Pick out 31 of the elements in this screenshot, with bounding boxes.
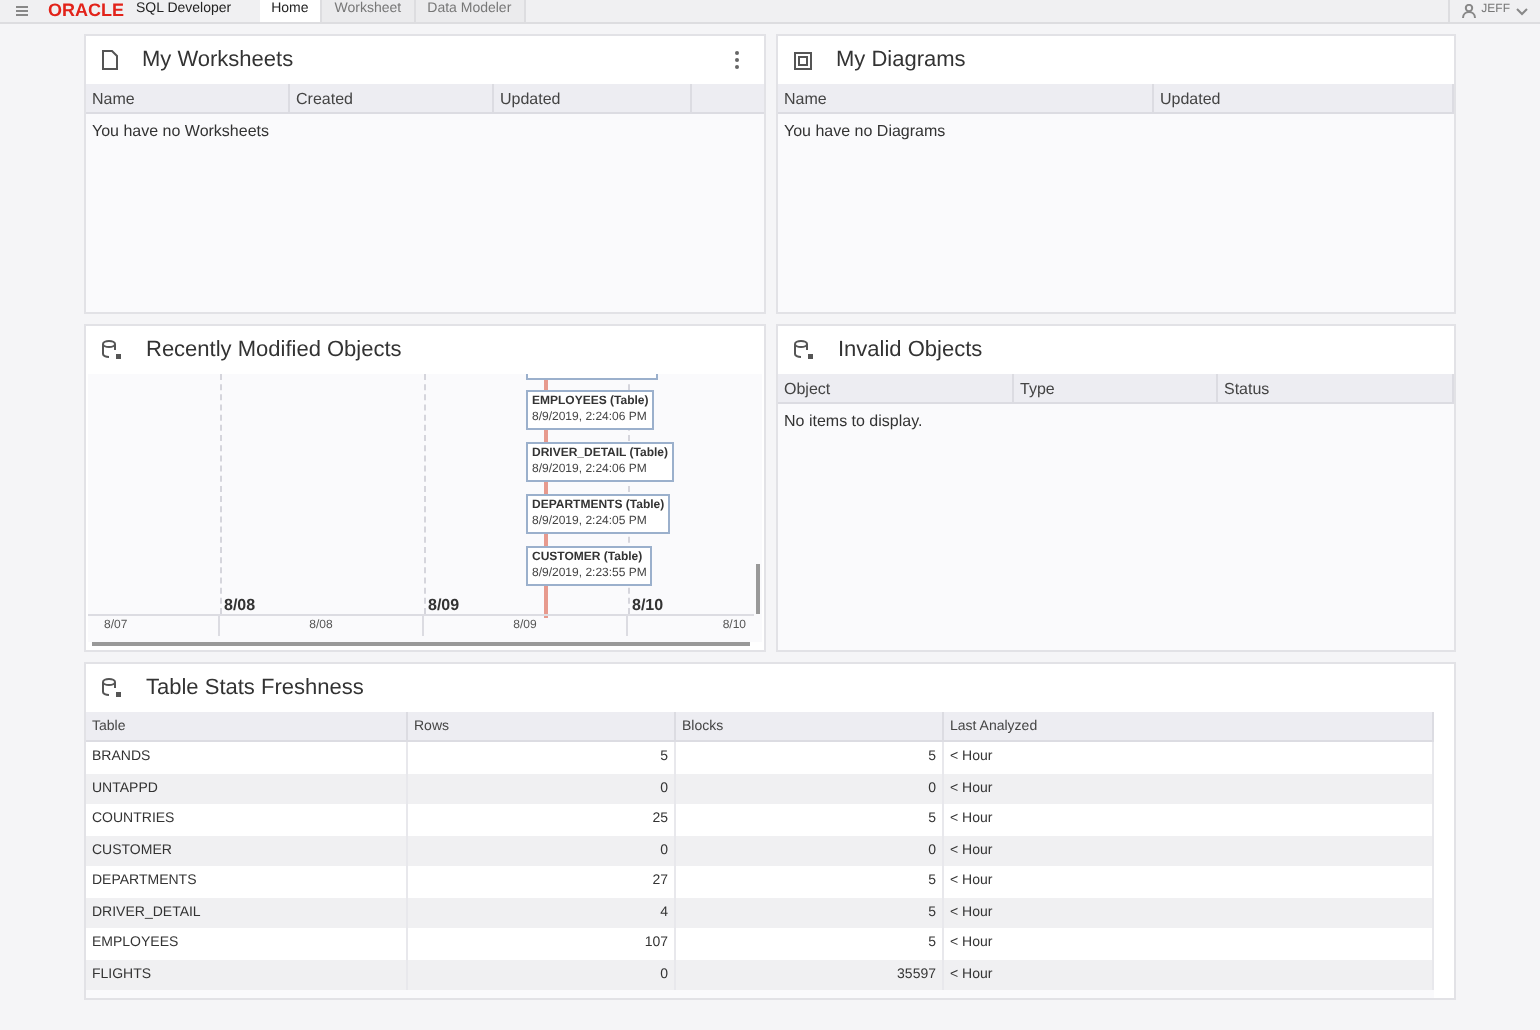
column-header[interactable]: Updated (1154, 84, 1454, 112)
column-header[interactable]: Updated (494, 84, 692, 112)
major-tick-label: 8/08 (224, 594, 256, 618)
user-icon (1461, 4, 1476, 18)
empty-message: You have no Worksheets (90, 120, 272, 144)
major-tick-label: 8/10 (632, 594, 664, 618)
column-header[interactable]: Name (778, 84, 1154, 112)
panel-title: Invalid Objects (838, 335, 983, 366)
menu-icon[interactable] (16, 6, 28, 16)
chevron-down-icon[interactable] (1516, 7, 1528, 15)
panel-title: Recently Modified Objects (146, 335, 402, 366)
column-header[interactable]: Created (290, 84, 494, 112)
empty-message: No items to display. (782, 410, 925, 434)
column-header[interactable]: Object (778, 374, 1014, 402)
panel-title: My Worksheets (142, 45, 294, 76)
panel-title: My Diagrams (836, 45, 966, 76)
oracle-logo: ORACLE (48, 2, 124, 20)
document-icon (102, 50, 118, 70)
more-icon[interactable] (734, 50, 740, 70)
database-icon (102, 340, 122, 360)
column-header[interactable]: Status (1218, 374, 1454, 402)
column-header[interactable]: Name (86, 84, 290, 112)
major-tick-label: 8/09 (428, 594, 460, 618)
database-icon (794, 340, 814, 360)
column-header[interactable]: Type (1014, 374, 1218, 402)
panel-title: Table Stats Freshness (146, 673, 364, 704)
vertical-scrollbar[interactable] (756, 564, 760, 614)
diagram-icon (794, 51, 812, 69)
empty-message: You have no Diagrams (782, 120, 948, 144)
horizontal-scrollbar[interactable] (92, 642, 750, 646)
database-icon (102, 678, 122, 698)
